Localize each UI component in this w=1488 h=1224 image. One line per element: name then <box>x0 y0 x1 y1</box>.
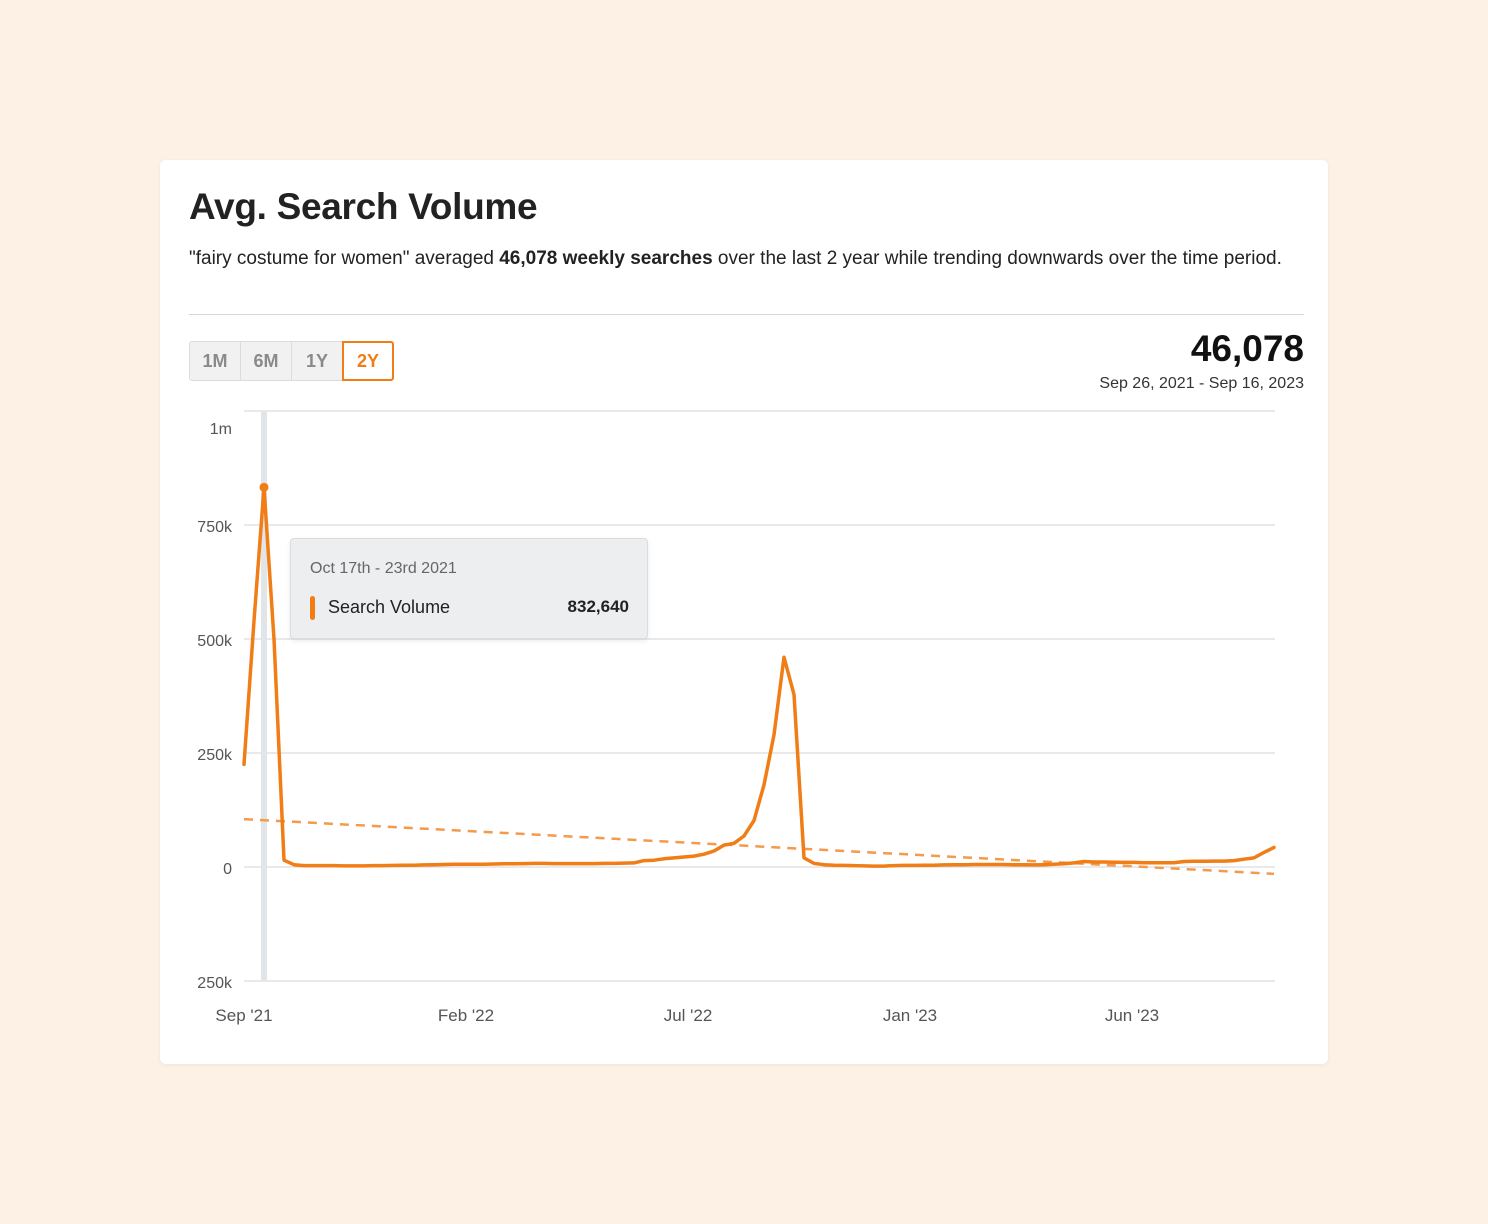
y-tick-label: 1m <box>210 421 232 438</box>
y-tick-label: 500k <box>197 633 233 650</box>
y-tick-label: 250k <box>197 975 233 992</box>
search-volume-card: Avg. Search Volume "fairy costume for wo… <box>160 160 1328 1064</box>
x-tick-label: Jan '23 <box>883 1006 937 1025</box>
y-tick-label: 0 <box>223 861 232 878</box>
x-tick-label: Feb '22 <box>438 1006 494 1025</box>
tooltip-series-swatch <box>310 596 315 620</box>
x-tick-label: Jul '22 <box>664 1006 713 1025</box>
chart-tooltip: Oct 17th - 23rd 2021 Search Volume 832,6… <box>290 538 648 639</box>
x-tick-label: Jun '23 <box>1105 1006 1159 1025</box>
y-tick-label: 750k <box>197 519 233 536</box>
tooltip-value: 832,640 <box>567 597 629 616</box>
tooltip-series-label: Search Volume <box>328 597 451 617</box>
y-tick-label: 250k <box>197 747 233 764</box>
range-button-2y[interactable]: 2Y <box>342 341 394 381</box>
x-tick-label: Sep '21 <box>215 1006 272 1025</box>
highlight-point <box>259 482 269 492</box>
tooltip-date: Oct 17th - 23rd 2021 <box>310 560 457 577</box>
